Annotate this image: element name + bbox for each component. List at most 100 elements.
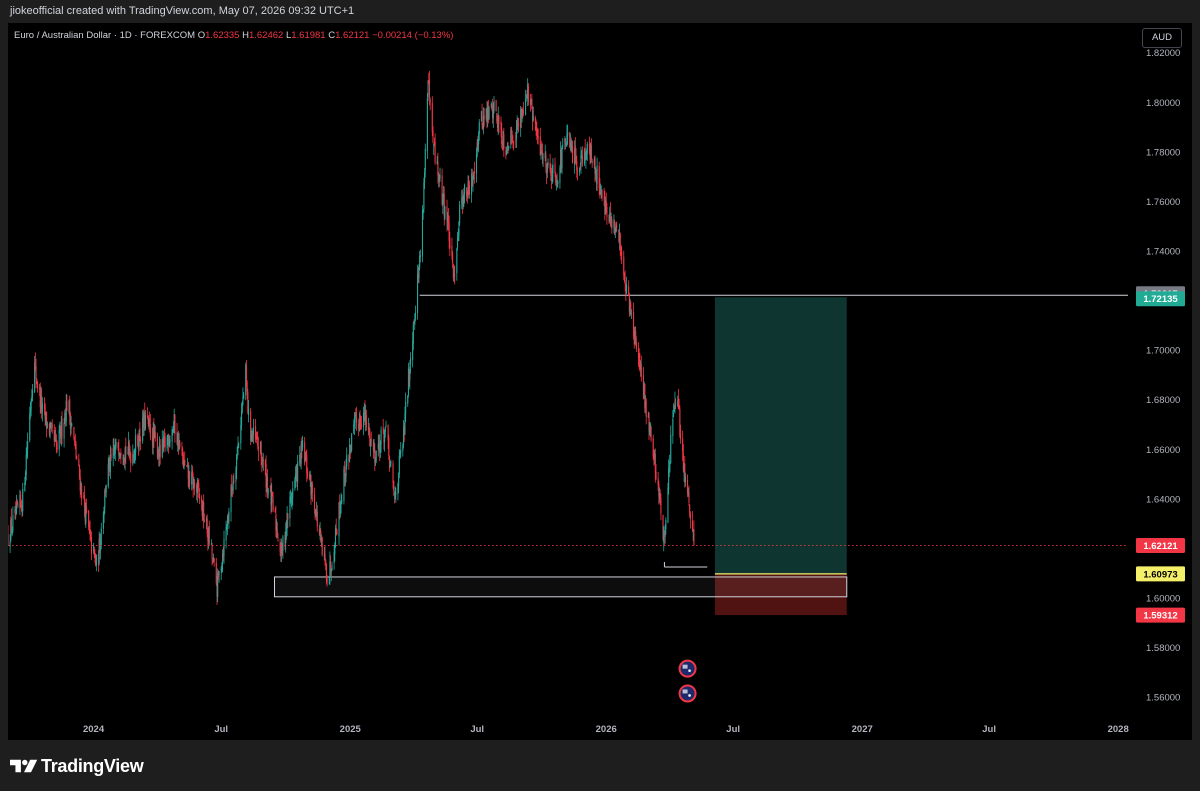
candle-body bbox=[71, 424, 73, 426]
last-price-badge: 1.62121 bbox=[1143, 541, 1178, 552]
candle-body bbox=[179, 443, 181, 448]
candle-body bbox=[410, 357, 412, 365]
candle-body bbox=[30, 401, 32, 411]
candle-body bbox=[8, 534, 9, 546]
time-axis-label: 2027 bbox=[852, 724, 873, 735]
candle-body bbox=[78, 459, 80, 466]
change-value: −0.00214 (−0.13%) bbox=[372, 30, 454, 41]
candle-body bbox=[100, 528, 102, 545]
candle-body bbox=[22, 489, 24, 512]
open-label: O bbox=[197, 30, 206, 41]
candle-body bbox=[675, 403, 677, 405]
candle-body bbox=[56, 443, 58, 450]
candle-body bbox=[267, 488, 269, 495]
time-axis-label: 2025 bbox=[340, 724, 362, 735]
price-axis-label: 1.58000 bbox=[1146, 643, 1180, 654]
candle-body bbox=[388, 438, 390, 456]
candle-body bbox=[419, 255, 421, 257]
candle-body bbox=[392, 463, 394, 483]
candle-body bbox=[414, 312, 417, 320]
candle-body bbox=[346, 454, 348, 467]
candle-body bbox=[380, 429, 382, 445]
candle-body bbox=[672, 418, 674, 437]
candle-body bbox=[238, 443, 240, 445]
chart-area[interactable]: 1.820001.800001.780001.760001.740001.720… bbox=[8, 23, 1192, 740]
candle-body bbox=[493, 101, 495, 111]
candle-body bbox=[241, 405, 243, 412]
candle-body bbox=[277, 540, 279, 542]
candle-body bbox=[473, 171, 475, 174]
tradingview-brand: TradingView bbox=[10, 756, 144, 776]
symbol-legend: Euro / Australian Dollar · 1D · FOREXCOM… bbox=[14, 30, 453, 41]
candle-body bbox=[478, 122, 480, 135]
stop-price-badge: 1.59312 bbox=[1143, 611, 1177, 622]
candle-body bbox=[25, 454, 27, 475]
event-marker-union-jack bbox=[682, 689, 688, 694]
candle-body bbox=[365, 415, 367, 427]
candle-body bbox=[495, 100, 497, 111]
candle-body bbox=[596, 165, 598, 184]
candle-body bbox=[292, 488, 294, 498]
candle-body bbox=[532, 115, 534, 120]
candle-body bbox=[508, 145, 510, 149]
candle-body bbox=[66, 401, 68, 411]
candle-body bbox=[311, 483, 313, 493]
candle-body bbox=[61, 418, 63, 437]
candles-group bbox=[8, 70, 695, 605]
candle-body bbox=[672, 412, 675, 418]
candle-body bbox=[688, 492, 690, 503]
candle-body bbox=[184, 459, 186, 466]
candle-body bbox=[542, 158, 544, 160]
candle-body bbox=[110, 453, 112, 459]
high-value: 1.62462 bbox=[248, 30, 284, 41]
candle-body bbox=[434, 141, 436, 163]
candle-body bbox=[154, 432, 156, 438]
candle-body bbox=[611, 219, 613, 229]
candle-body bbox=[395, 492, 397, 495]
candle-body bbox=[635, 341, 637, 349]
event-marker-union-jack bbox=[682, 664, 688, 669]
candle-body bbox=[581, 155, 583, 164]
candle-body bbox=[341, 500, 343, 502]
candle-body bbox=[252, 427, 255, 436]
candle-body bbox=[35, 366, 37, 379]
price-axis-label: 1.64000 bbox=[1146, 494, 1180, 505]
currency-selector[interactable]: AUD bbox=[1142, 28, 1182, 48]
candle-body bbox=[370, 439, 372, 442]
candle-body bbox=[351, 433, 353, 451]
candle-body bbox=[63, 422, 65, 439]
candle-body bbox=[302, 439, 304, 448]
candle-body bbox=[374, 463, 377, 465]
candle-body bbox=[567, 132, 569, 136]
candle-body bbox=[590, 145, 593, 161]
close-value: 1.62121 bbox=[335, 30, 370, 41]
candle-body bbox=[645, 400, 647, 417]
candle-body bbox=[428, 79, 431, 99]
candle-body bbox=[557, 181, 559, 185]
candle-body bbox=[537, 136, 539, 138]
candle-body bbox=[316, 511, 318, 527]
chart-credit: jiokeofficial created with TradingView.c… bbox=[10, 5, 355, 17]
open-value: 1.62335 bbox=[205, 30, 240, 41]
candle-body bbox=[228, 511, 230, 522]
price-chart[interactable]: 1.820001.800001.780001.760001.740001.720… bbox=[8, 23, 1192, 740]
candle-body bbox=[384, 426, 386, 432]
profit-zone bbox=[714, 297, 847, 574]
candle-body bbox=[223, 538, 225, 556]
candle-body bbox=[444, 206, 446, 218]
candle-body bbox=[393, 480, 395, 491]
tradingview-logo-icon bbox=[10, 759, 38, 773]
candle-body bbox=[81, 485, 83, 499]
candle-body bbox=[650, 426, 652, 440]
candle-body bbox=[522, 109, 525, 113]
candle-body bbox=[326, 578, 328, 583]
candle-body bbox=[85, 507, 88, 513]
time-axis-label: 2028 bbox=[1108, 724, 1129, 735]
price-axis-label: 1.82000 bbox=[1146, 48, 1180, 59]
candle-body bbox=[208, 526, 210, 544]
candle-body bbox=[75, 443, 77, 458]
candle-body bbox=[211, 545, 213, 559]
candle-body bbox=[105, 484, 107, 493]
candle-body bbox=[189, 471, 191, 486]
price-axis-label: 1.56000 bbox=[1146, 693, 1180, 704]
